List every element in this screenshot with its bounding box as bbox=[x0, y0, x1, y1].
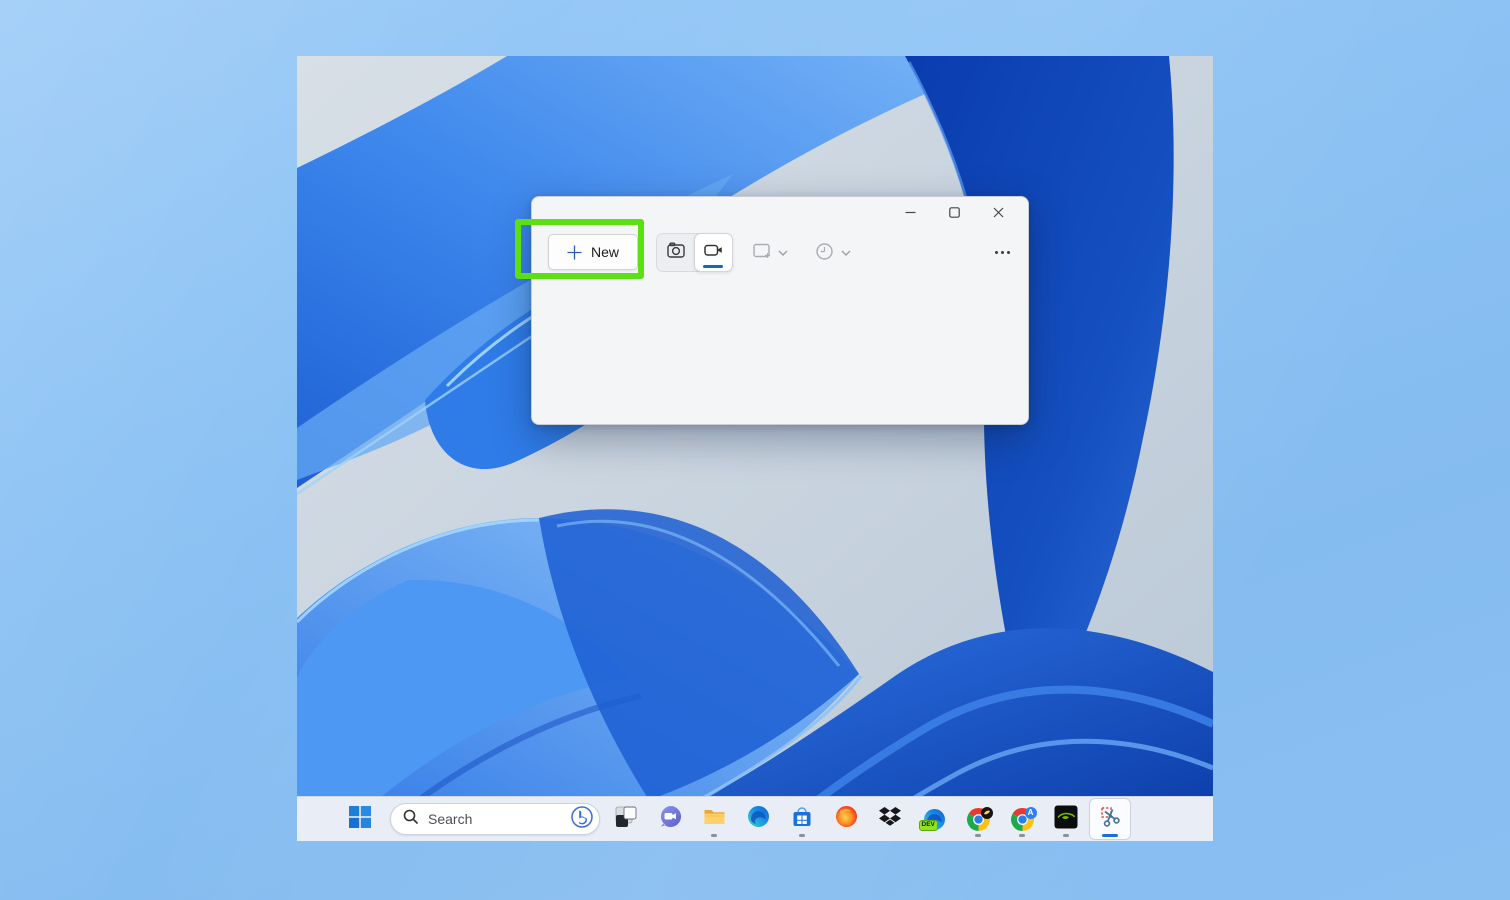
record-mode-button[interactable] bbox=[694, 233, 734, 272]
dropbox-icon bbox=[878, 806, 902, 833]
close-button[interactable] bbox=[976, 198, 1020, 226]
mode-segmented-control bbox=[656, 233, 733, 272]
task-view-button[interactable] bbox=[606, 799, 646, 839]
maximize-button[interactable] bbox=[932, 198, 976, 226]
chrome-canary-button[interactable] bbox=[958, 799, 998, 839]
snipping-tool-icon bbox=[1098, 804, 1123, 834]
minimize-button[interactable] bbox=[888, 198, 932, 226]
folder-icon bbox=[702, 804, 727, 834]
taskbar: DEV bbox=[297, 796, 1213, 841]
nvidia-icon bbox=[1054, 805, 1078, 834]
windows-logo-icon bbox=[349, 806, 371, 833]
running-indicator bbox=[1019, 834, 1025, 837]
close-icon bbox=[993, 207, 1004, 218]
start-button[interactable] bbox=[340, 799, 380, 839]
chrome-beta-icon: A bbox=[1010, 807, 1035, 832]
chevron-down-icon bbox=[841, 233, 851, 272]
beta-badge: A bbox=[1025, 807, 1037, 819]
dropbox-button[interactable] bbox=[870, 799, 910, 839]
task-view-icon bbox=[615, 806, 637, 833]
snip-shape-button bbox=[746, 233, 778, 272]
edge-button[interactable] bbox=[738, 799, 778, 839]
snipping-tool-taskbar-button[interactable] bbox=[1090, 799, 1130, 839]
minimize-icon bbox=[905, 207, 916, 218]
dev-badge: DEV bbox=[919, 820, 938, 831]
timer-clock-icon bbox=[815, 242, 834, 264]
running-indicator bbox=[1063, 834, 1069, 837]
rectangle-snip-icon bbox=[752, 242, 773, 263]
edge-dev-icon: DEV bbox=[922, 807, 947, 832]
bing-icon[interactable] bbox=[570, 805, 594, 834]
snip-delay-button bbox=[808, 233, 840, 272]
screenshot-mode-button[interactable] bbox=[657, 234, 695, 271]
edge-icon bbox=[746, 804, 771, 834]
chat-icon bbox=[658, 804, 683, 834]
active-app-indicator bbox=[1102, 834, 1118, 837]
chrome-beta-button[interactable]: A bbox=[1002, 799, 1042, 839]
annotation-highlight-box bbox=[515, 219, 644, 279]
running-indicator bbox=[799, 834, 805, 837]
video-camera-icon bbox=[703, 240, 724, 265]
firefox-button[interactable] bbox=[826, 799, 866, 839]
microsoft-store-button[interactable] bbox=[782, 799, 822, 839]
edge-dev-button[interactable]: DEV bbox=[914, 799, 954, 839]
selected-mode-indicator bbox=[703, 265, 723, 268]
taskbar-search[interactable] bbox=[390, 803, 600, 835]
chat-button[interactable] bbox=[650, 799, 690, 839]
windows-bloom-wallpaper bbox=[297, 56, 1213, 841]
search-input[interactable] bbox=[428, 811, 570, 827]
chevron-down-icon bbox=[778, 233, 788, 272]
nvidia-button[interactable] bbox=[1046, 799, 1086, 839]
chrome-canary-icon bbox=[966, 807, 991, 832]
desktop-screenshot: New bbox=[297, 56, 1213, 841]
camera-icon bbox=[666, 240, 686, 265]
file-explorer-button[interactable] bbox=[694, 799, 734, 839]
window-caption-bar bbox=[888, 197, 1020, 227]
running-indicator bbox=[711, 834, 717, 837]
firefox-icon bbox=[834, 804, 859, 834]
more-options-icon bbox=[995, 251, 1010, 254]
maximize-icon bbox=[949, 207, 960, 218]
more-options-button[interactable] bbox=[989, 233, 1015, 272]
canary-badge bbox=[981, 807, 993, 819]
store-bag-icon bbox=[790, 805, 814, 834]
running-indicator bbox=[975, 834, 981, 837]
search-icon bbox=[403, 809, 419, 830]
